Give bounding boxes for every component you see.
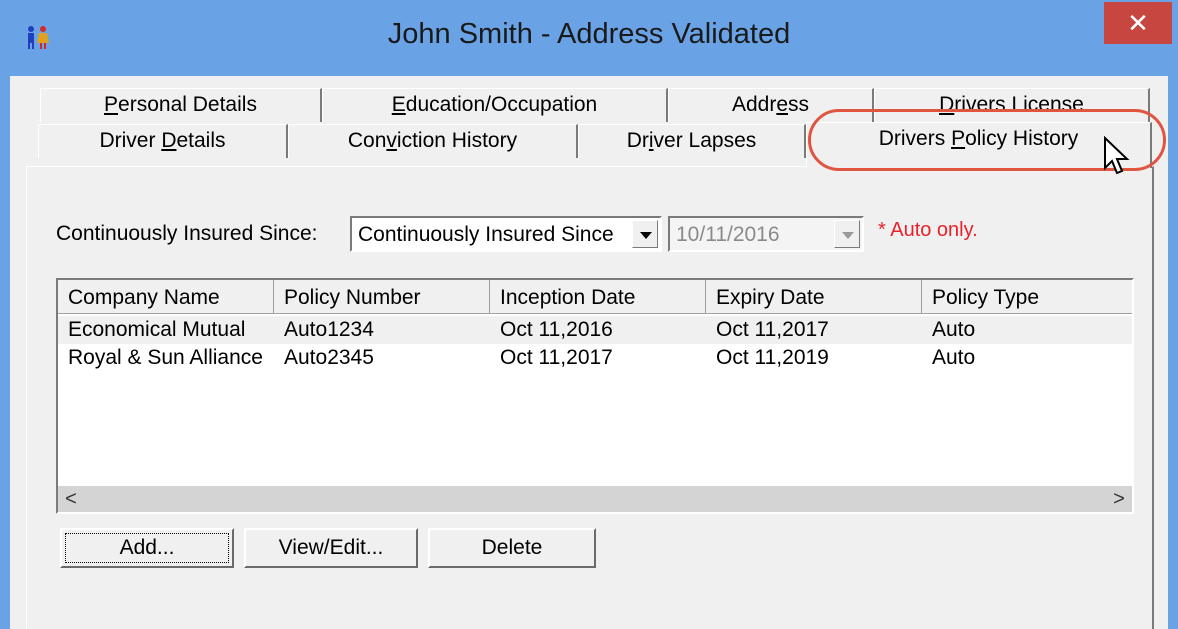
view-edit-button[interactable]: View/Edit...: [244, 528, 418, 568]
cell-inception-date: Oct 11,2017: [500, 346, 613, 369]
continuously-insured-label: Continuously Insured Since:: [56, 222, 318, 245]
auto-only-note: * Auto only.: [878, 219, 978, 241]
column-header-policy-type[interactable]: Policy Type: [922, 280, 1132, 314]
policy-list[interactable]: Company Name Policy Number Inception Dat…: [56, 278, 1134, 514]
tab-label: Conviction History: [347, 129, 518, 152]
cell-inception-date: Oct 11,2016: [500, 318, 613, 341]
title-bar: John Smith - Address Validated ✕: [0, 0, 1178, 76]
tab-label: Driver Lapses: [626, 129, 757, 152]
table-row[interactable]: Royal & Sun Alliance Auto2345 Oct 11,201…: [58, 344, 1132, 372]
cell-policy-type: Auto: [932, 346, 976, 369]
tab-personal-details[interactable]: Personal Details: [40, 88, 322, 122]
app-window: John Smith - Address Validated ✕ Persona…: [0, 0, 1178, 629]
window-title: John Smith - Address Validated: [387, 18, 791, 50]
column-header-expiry-date[interactable]: Expiry Date: [706, 280, 922, 314]
tab-label: Education/Occupation: [391, 93, 598, 116]
tab-label: Address: [731, 93, 810, 116]
tab-label: Personal Details: [104, 93, 257, 116]
select-value: Continuously Insured Since: [358, 223, 614, 246]
column-header-policy-number[interactable]: Policy Number: [274, 280, 490, 314]
scroll-left-icon[interactable]: <: [58, 486, 84, 512]
scroll-right-icon[interactable]: >: [1106, 486, 1132, 512]
dropdown-button[interactable]: [632, 220, 658, 248]
horizontal-scrollbar[interactable]: < >: [58, 486, 1132, 512]
tab-driver-details[interactable]: Driver Details: [38, 124, 288, 158]
cell-policy-number: Auto1234: [284, 318, 374, 341]
close-button[interactable]: ✕: [1104, 2, 1172, 44]
cell-expiry-date: Oct 11,2017: [716, 318, 829, 341]
delete-button[interactable]: Delete: [428, 528, 596, 568]
add-button[interactable]: Add...: [60, 528, 234, 568]
table-row[interactable]: Economical Mutual Auto1234 Oct 11,2016 O…: [58, 316, 1132, 344]
column-header-company[interactable]: Company Name: [58, 280, 274, 314]
tab-label: Driver Details: [99, 129, 226, 152]
cell-company: Economical Mutual: [68, 318, 246, 341]
tab-education-occupation[interactable]: Education/Occupation: [322, 88, 668, 122]
column-header-inception-date[interactable]: Inception Date: [490, 280, 706, 314]
chevron-down-icon: [640, 232, 652, 239]
tab-driver-lapses[interactable]: Driver Lapses: [578, 124, 806, 158]
date-dropdown-button: [834, 220, 860, 248]
insured-date-value: 10/11/2016: [676, 223, 780, 246]
cell-company: Royal & Sun Alliance: [68, 346, 263, 369]
cell-policy-type: Auto: [932, 318, 976, 341]
cell-policy-number: Auto2345: [284, 346, 374, 369]
continuously-insured-select[interactable]: Continuously Insured Since: [350, 216, 662, 252]
mouse-pointer-icon: [1104, 136, 1130, 175]
cell-expiry-date: Oct 11,2019: [716, 346, 829, 369]
tab-conviction-history[interactable]: Conviction History: [288, 124, 578, 158]
insured-date-picker: 10/11/2016: [668, 216, 864, 252]
chevron-down-icon: [842, 232, 854, 239]
